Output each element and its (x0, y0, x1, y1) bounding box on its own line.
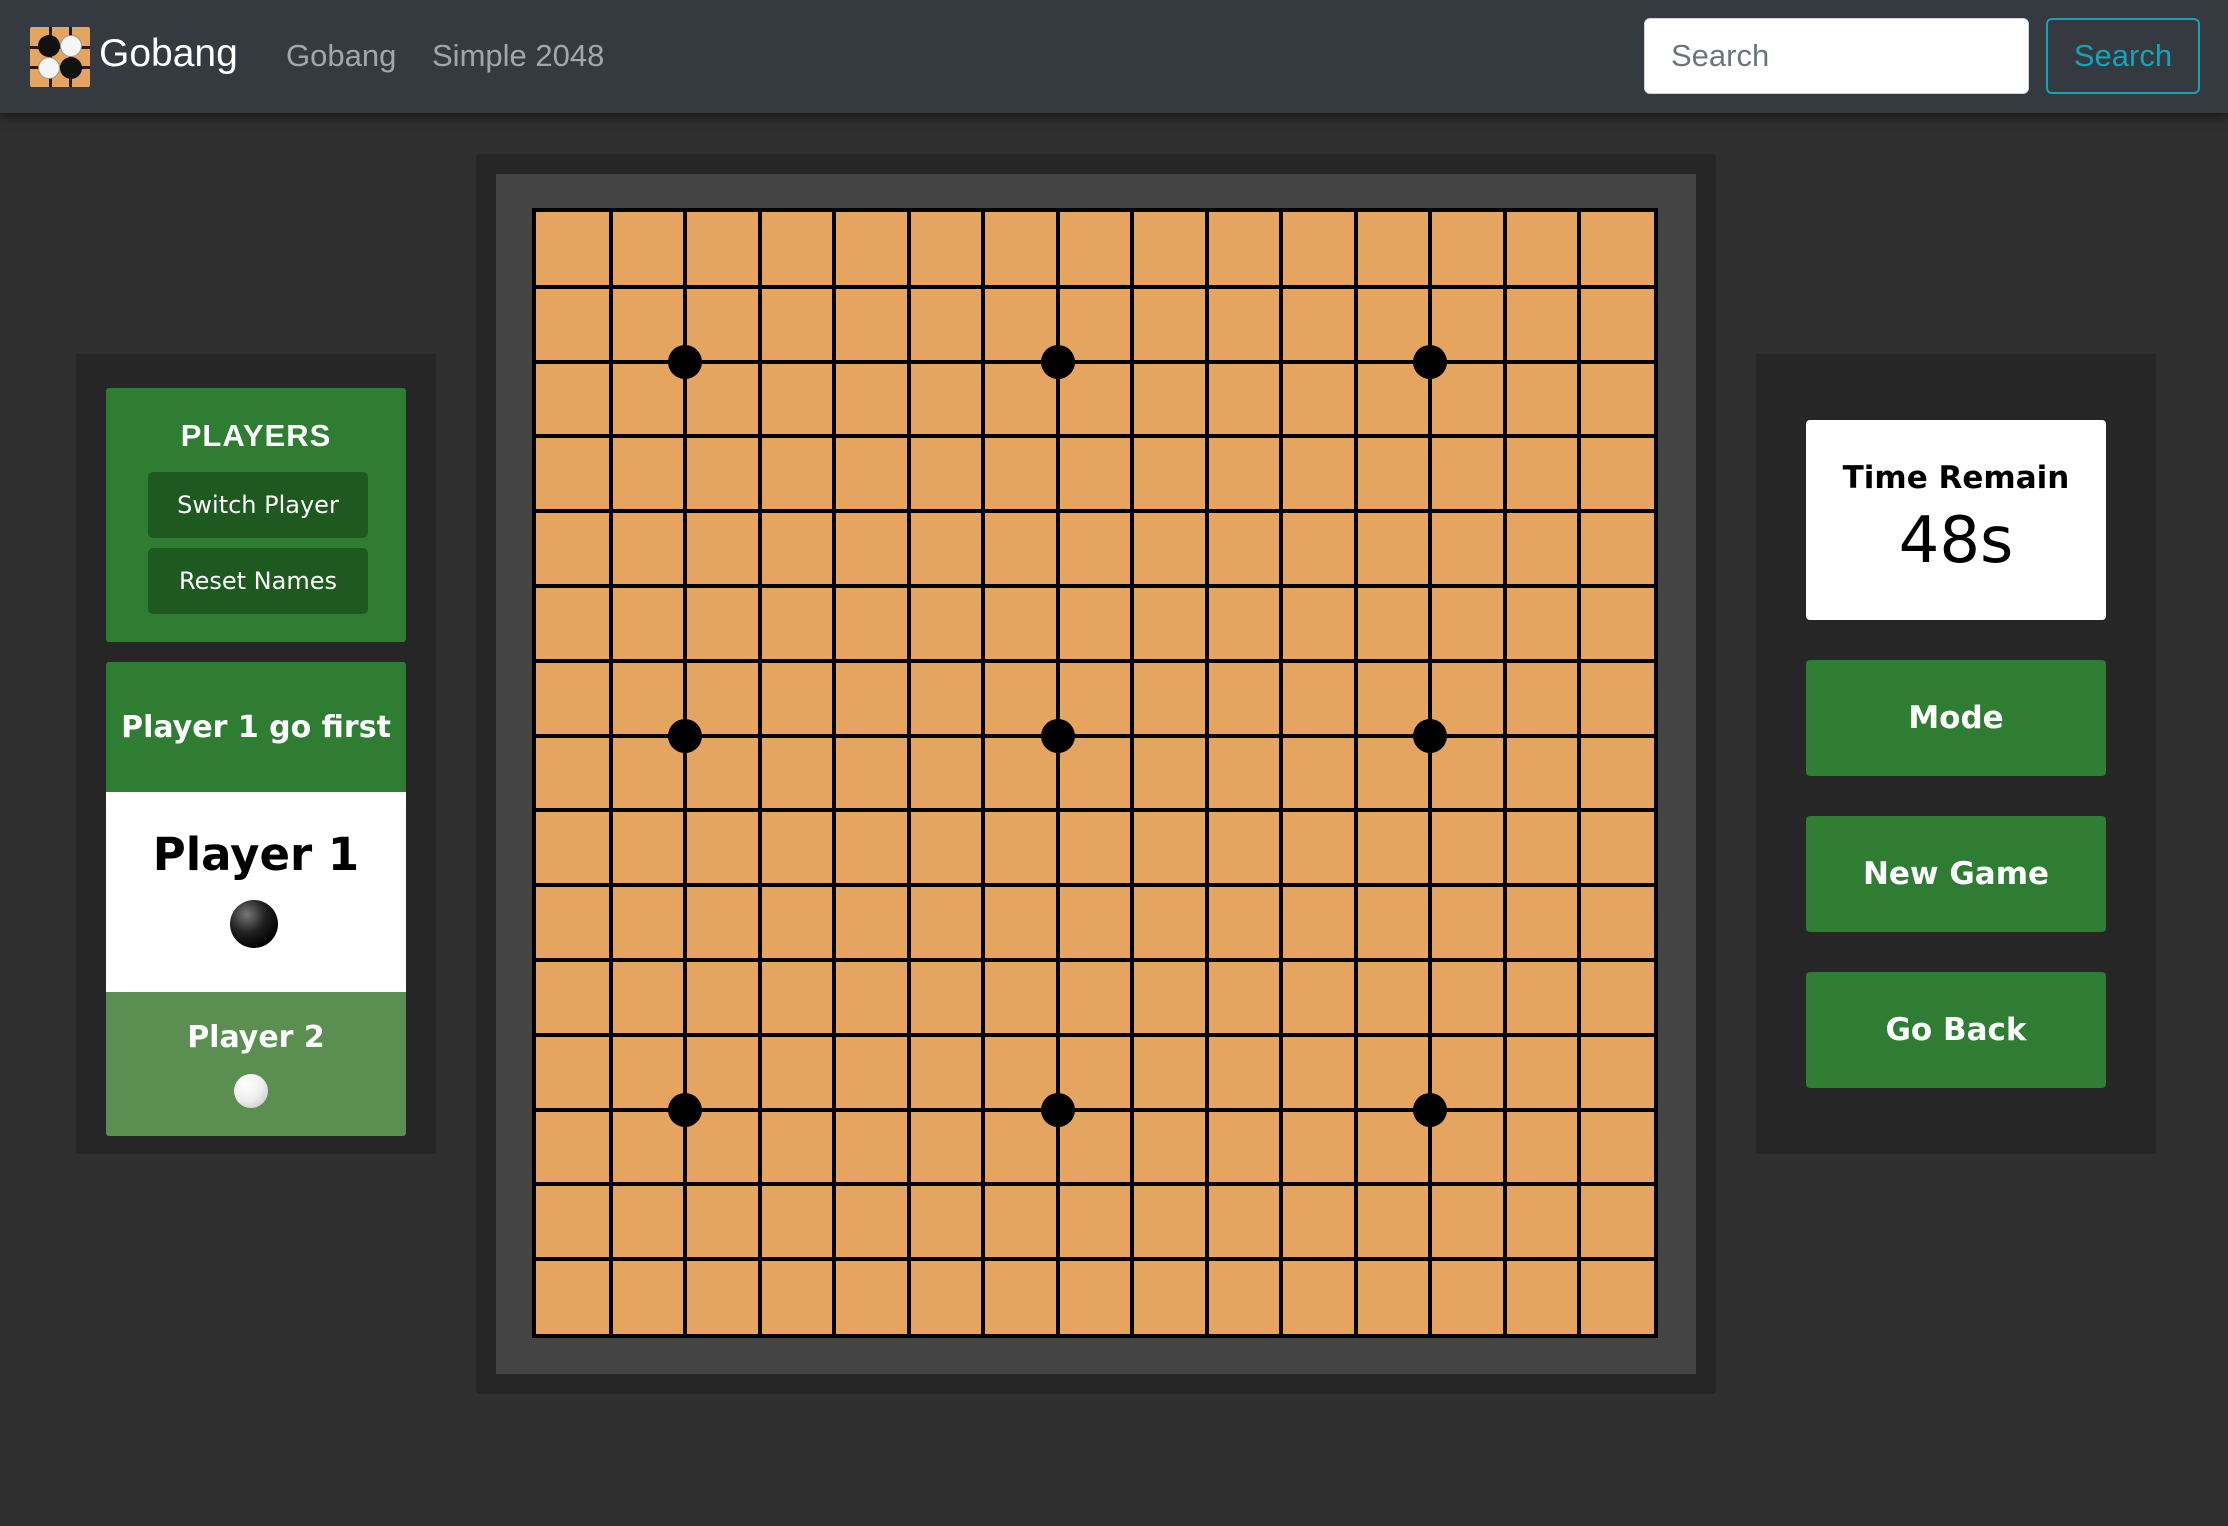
go-back-button[interactable]: Go Back (1806, 972, 2106, 1088)
turn-card: Player 1 go first Player 1 Player 2 (106, 662, 406, 1136)
switch-player-button[interactable]: Switch Player (148, 472, 368, 538)
grid-line-horizontal (536, 284, 1654, 289)
grid-line-vertical (1130, 212, 1135, 1334)
grid-line-horizontal (536, 584, 1654, 588)
nav-link-simple-2048[interactable]: Simple 2048 (432, 34, 604, 78)
star-point (1413, 344, 1448, 379)
grid-line-horizontal (536, 1182, 1654, 1187)
grid-line-vertical (1204, 212, 1209, 1334)
star-point (668, 1092, 703, 1127)
grid-line-horizontal (536, 1107, 1654, 1112)
grid-line-vertical (757, 212, 762, 1334)
star-point (1040, 344, 1075, 379)
black-stone-icon (230, 900, 278, 948)
search-button[interactable]: Search (2046, 18, 2200, 94)
player1-name: Player 1 (152, 828, 360, 881)
timer-card: Time Remain 48s (1806, 420, 2106, 620)
grid-line-horizontal (536, 733, 1654, 738)
grid-line-horizontal (536, 434, 1654, 439)
nav-link-gobang[interactable]: Gobang (286, 34, 396, 78)
star-point (1413, 1092, 1448, 1127)
players-card: PLAYERS Switch Player Reset Names (106, 388, 406, 642)
mode-button[interactable]: Mode (1806, 660, 2106, 776)
grid-line-horizontal (536, 958, 1654, 962)
game-board[interactable] (532, 208, 1658, 1338)
grid-line-horizontal (536, 1032, 1654, 1037)
players-title: PLAYERS (180, 418, 332, 453)
grid-line-horizontal (536, 509, 1654, 514)
grid-line-vertical (608, 212, 613, 1334)
grid-line-vertical (906, 212, 911, 1334)
player2-box: Player 2 (106, 992, 406, 1136)
search-input[interactable] (1644, 18, 2029, 94)
grid-line-horizontal (536, 1257, 1654, 1262)
white-stone-icon (234, 1074, 268, 1108)
grid-line-vertical (1353, 212, 1358, 1334)
grid-line-vertical (1502, 212, 1507, 1334)
brand-name[interactable]: Gobang (99, 28, 238, 80)
gobang-logo-icon[interactable] (30, 27, 90, 87)
star-point (1413, 718, 1448, 753)
grid-line-horizontal (536, 808, 1654, 813)
player2-name: Player 2 (187, 1020, 325, 1055)
grid-line-horizontal (536, 658, 1654, 663)
grid-line-vertical (1279, 212, 1284, 1334)
grid-line-vertical (1428, 212, 1433, 1334)
grid-line-horizontal (536, 883, 1654, 888)
grid-line-vertical (832, 212, 837, 1334)
star-point (668, 344, 703, 379)
grid-line-vertical (1577, 212, 1582, 1334)
timer-label: Time Remain (1842, 460, 2070, 496)
star-point (668, 718, 703, 753)
grid-line-vertical (981, 212, 986, 1334)
grid-line-horizontal (536, 359, 1654, 364)
new-game-button[interactable]: New Game (1806, 816, 2106, 932)
navbar: Gobang Gobang Simple 2048 Search (0, 0, 2228, 113)
timer-value: 48s (1898, 504, 2014, 578)
player1-box: Player 1 (106, 792, 406, 992)
grid-line-vertical (1055, 212, 1060, 1334)
reset-names-button[interactable]: Reset Names (148, 548, 368, 614)
star-point (1040, 718, 1075, 753)
grid-line-vertical (683, 212, 688, 1334)
star-point (1040, 1092, 1075, 1127)
turn-indicator: Player 1 go first (106, 662, 406, 792)
